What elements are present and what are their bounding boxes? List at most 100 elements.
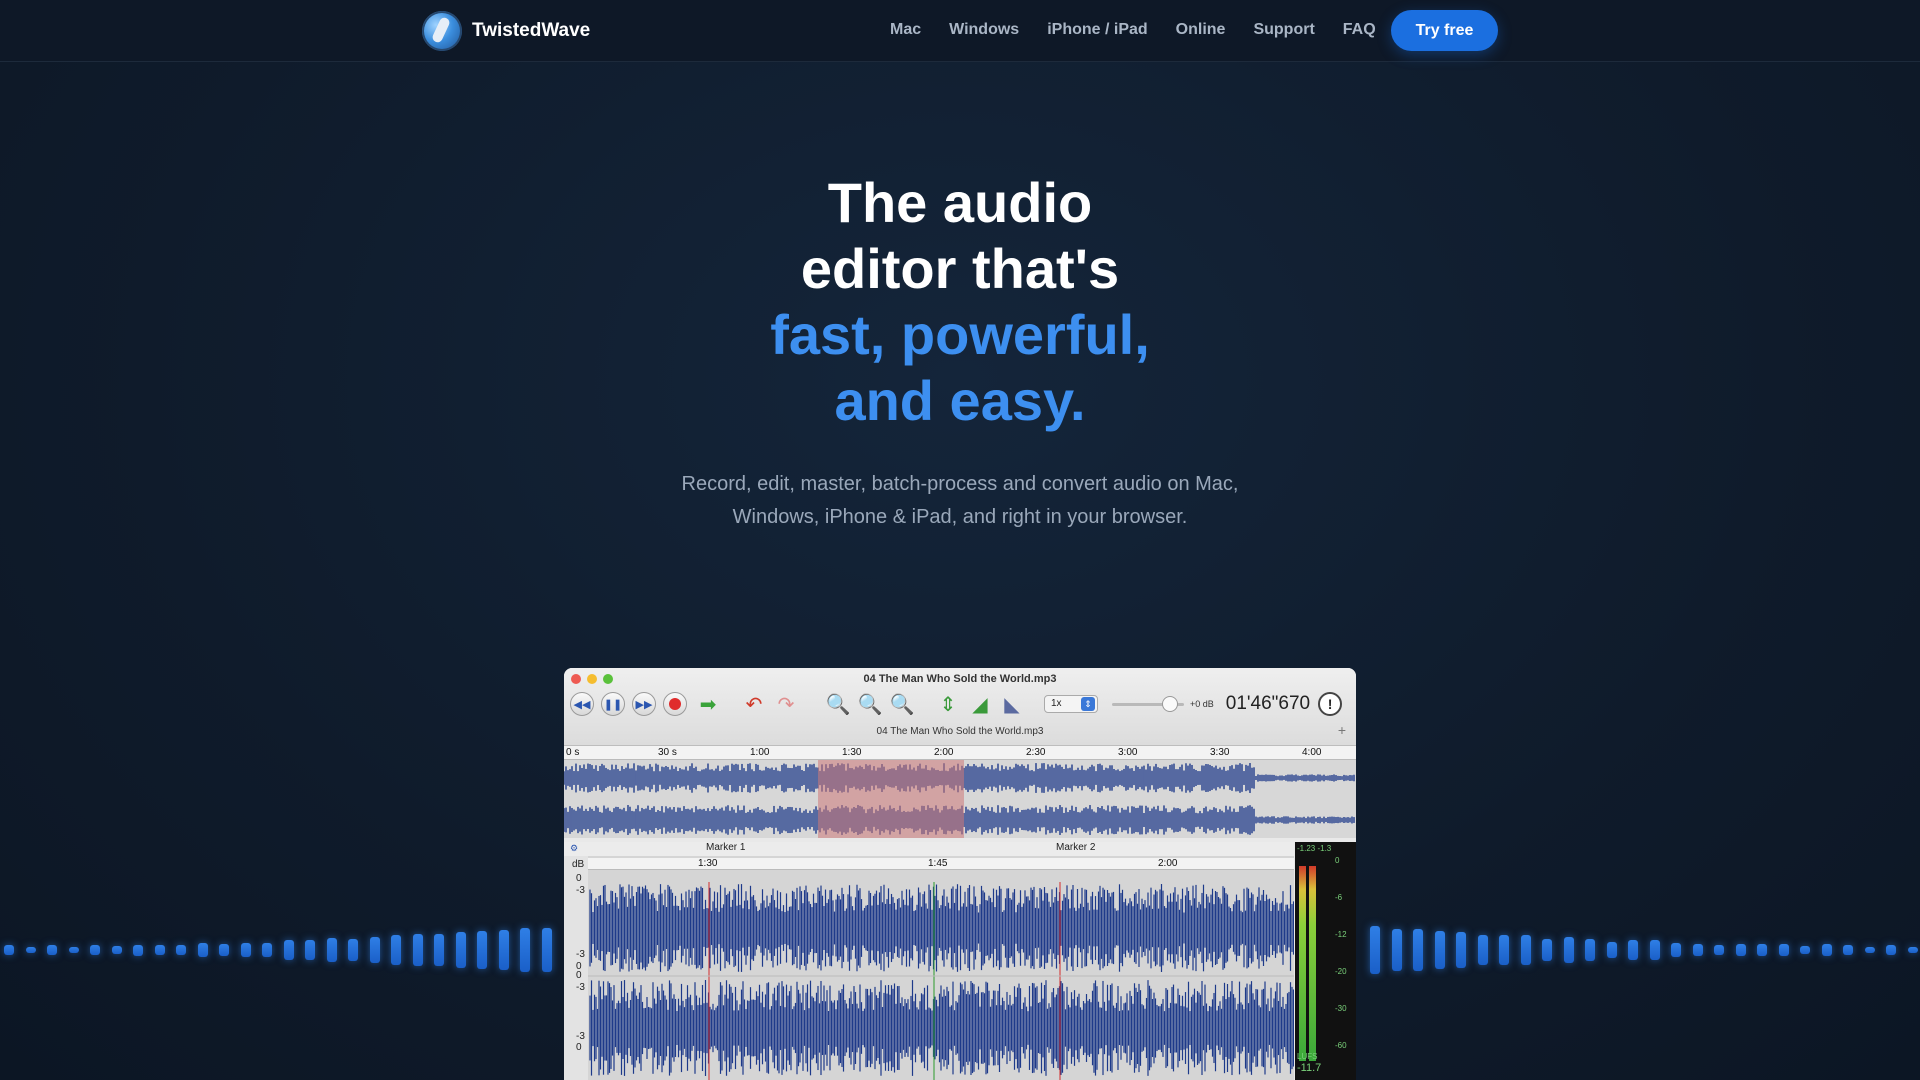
decorative-bar [1757, 944, 1767, 956]
meter-bar-right [1309, 866, 1316, 1061]
decorative-bar [1671, 943, 1681, 957]
decorative-bar [305, 939, 315, 961]
detail-waveform-svg [564, 842, 1295, 1080]
lufs-label: LUFS [1297, 1052, 1318, 1061]
decorative-bar [47, 945, 57, 955]
brand[interactable]: TwistedWave [422, 11, 590, 51]
decorative-bar [262, 942, 272, 958]
decorative-bar [1606, 941, 1617, 959]
nav-link-mac[interactable]: Mac [890, 21, 921, 39]
db-scale-label: -3 [576, 885, 585, 896]
fade-in-icon[interactable]: ◢ [966, 692, 994, 716]
decorative-bar [1628, 939, 1638, 961]
decorative-bar [1649, 940, 1660, 960]
nav-link-online[interactable]: Online [1176, 21, 1226, 39]
meter-scale-label: 0 [1335, 856, 1340, 865]
fast-forward-icon[interactable]: ▶▶ [632, 692, 656, 716]
meter-scale-label: -30 [1335, 1004, 1347, 1013]
decorative-bar [412, 933, 423, 967]
decorative-bars-left [4, 920, 563, 980]
brand-name: TwistedWave [472, 20, 591, 41]
decorative-bar [1907, 947, 1918, 953]
pause-icon[interactable]: ❚❚ [601, 692, 625, 716]
decorative-bar [176, 944, 186, 956]
decorative-bar [1886, 944, 1896, 956]
try-free-button[interactable]: Try free [1391, 10, 1498, 51]
redo-icon[interactable]: ↷ [772, 692, 800, 716]
app-screenshot-window: 04 The Man Who Sold the World.mp3 ◀◀ ❚❚ … [564, 668, 1356, 1080]
normalize-icon[interactable]: ⇕ [934, 692, 962, 716]
decorative-bar [1542, 938, 1552, 962]
decorative-bar [1821, 944, 1832, 956]
nav-links: Mac Windows iPhone / iPad Online Support… [890, 0, 1404, 60]
gain-slider[interactable] [1112, 695, 1184, 712]
decorative-bar [240, 942, 251, 958]
playback-speed-select[interactable]: 1x [1044, 695, 1098, 713]
meter-scale-label: -20 [1335, 967, 1347, 976]
undo-icon[interactable]: ↶ [740, 692, 768, 716]
subtitle-line-2: Windows, iPhone & iPad, and right in you… [732, 506, 1188, 528]
decorative-bar [477, 931, 487, 969]
decorative-bar [1413, 929, 1423, 971]
decorative-bar [197, 943, 208, 957]
overview-tick-label: 3:30 [1210, 747, 1230, 758]
fade-out-icon[interactable]: ◣ [998, 692, 1026, 716]
info-icon[interactable]: ! [1318, 692, 1343, 716]
file-name-label: 04 The Man Who Sold the World.mp3 [876, 726, 1044, 737]
db-label: dB [572, 859, 585, 870]
detail-ruler: 1:30 1:45 2:00 [588, 858, 1294, 870]
arrow-right-icon[interactable]: ➡ [694, 692, 722, 716]
decorative-bar [1585, 938, 1595, 962]
headline-line-1: The audio [827, 171, 1093, 234]
zoom-out-icon[interactable]: 🔍 [856, 692, 884, 716]
decorative-bar [455, 931, 466, 969]
detail-tick-label: 1:45 [928, 858, 948, 869]
record-icon[interactable] [663, 692, 687, 716]
window-title: 04 The Man Who Sold the World.mp3 [863, 673, 1057, 685]
headline-line-2: editor that's [800, 237, 1120, 300]
overview-tick-label: 0 s [566, 747, 580, 758]
marker-2-label[interactable]: Marker 2 [1056, 842, 1095, 853]
rewind-icon[interactable]: ◀◀ [570, 692, 594, 716]
nav-link-support[interactable]: Support [1253, 21, 1314, 39]
nav-link-iphone-ipad[interactable]: iPhone / iPad [1047, 21, 1147, 39]
decorative-bar [1477, 934, 1488, 966]
add-track-icon[interactable]: + [1334, 722, 1350, 738]
meter-scale-label: -60 [1335, 1041, 1347, 1050]
nav-link-windows[interactable]: Windows [949, 21, 1019, 39]
overview-ruler: 0 s 30 s 1:00 1:30 2:00 2:30 3:00 3:30 4:00 [564, 746, 1356, 760]
detail-waveform[interactable] [564, 842, 1295, 1080]
decorative-bar [369, 937, 380, 963]
db-scale-label: 0 [576, 873, 582, 884]
overview-tick-label: 2:00 [934, 747, 954, 758]
level-meter: -1.23 -1.3 0 -6 -12 -20 -30 -60 LUFS -11.7 [1295, 842, 1356, 1080]
decorative-bar [498, 930, 509, 970]
gain-slider-knob[interactable] [1162, 695, 1178, 712]
headline-line-3: fast, powerful, [770, 303, 1150, 366]
hero: The audio editor that's fast, powerful, … [0, 170, 1920, 434]
decorative-bar [1735, 943, 1746, 957]
db-scale-label: -3 [576, 949, 585, 960]
overview-tick-label: 3:00 [1118, 747, 1138, 758]
overview-selection[interactable] [818, 760, 964, 838]
decorative-bar [25, 946, 36, 954]
hero-subtitle: Record, edit, master, batch-process and … [0, 468, 1920, 534]
detail-tick-label: 2:00 [1158, 858, 1178, 869]
decorative-bar [1843, 945, 1853, 955]
decorative-bar [1370, 925, 1380, 975]
marker-bar: Marker 1 Marker 2 ⚙ [564, 842, 1294, 856]
decorative-bar [1563, 937, 1574, 963]
decorative-bar [111, 946, 122, 954]
settings-icon[interactable]: ⚙ [570, 843, 578, 854]
overview-tick-label: 30 s [658, 747, 677, 758]
zoom-fit-icon[interactable]: 🔍 [888, 692, 916, 716]
zoom-in-icon[interactable]: 🔍 [824, 692, 852, 716]
decorative-bar [68, 946, 79, 954]
decorative-bar [434, 933, 444, 967]
db-scale-label: -3 [576, 1031, 585, 1042]
decorative-bar [520, 927, 530, 973]
decorative-bar [541, 928, 552, 972]
overview-tick-label: 4:00 [1302, 747, 1322, 758]
marker-1-label[interactable]: Marker 1 [706, 842, 745, 853]
nav-link-faq[interactable]: FAQ [1343, 21, 1376, 39]
